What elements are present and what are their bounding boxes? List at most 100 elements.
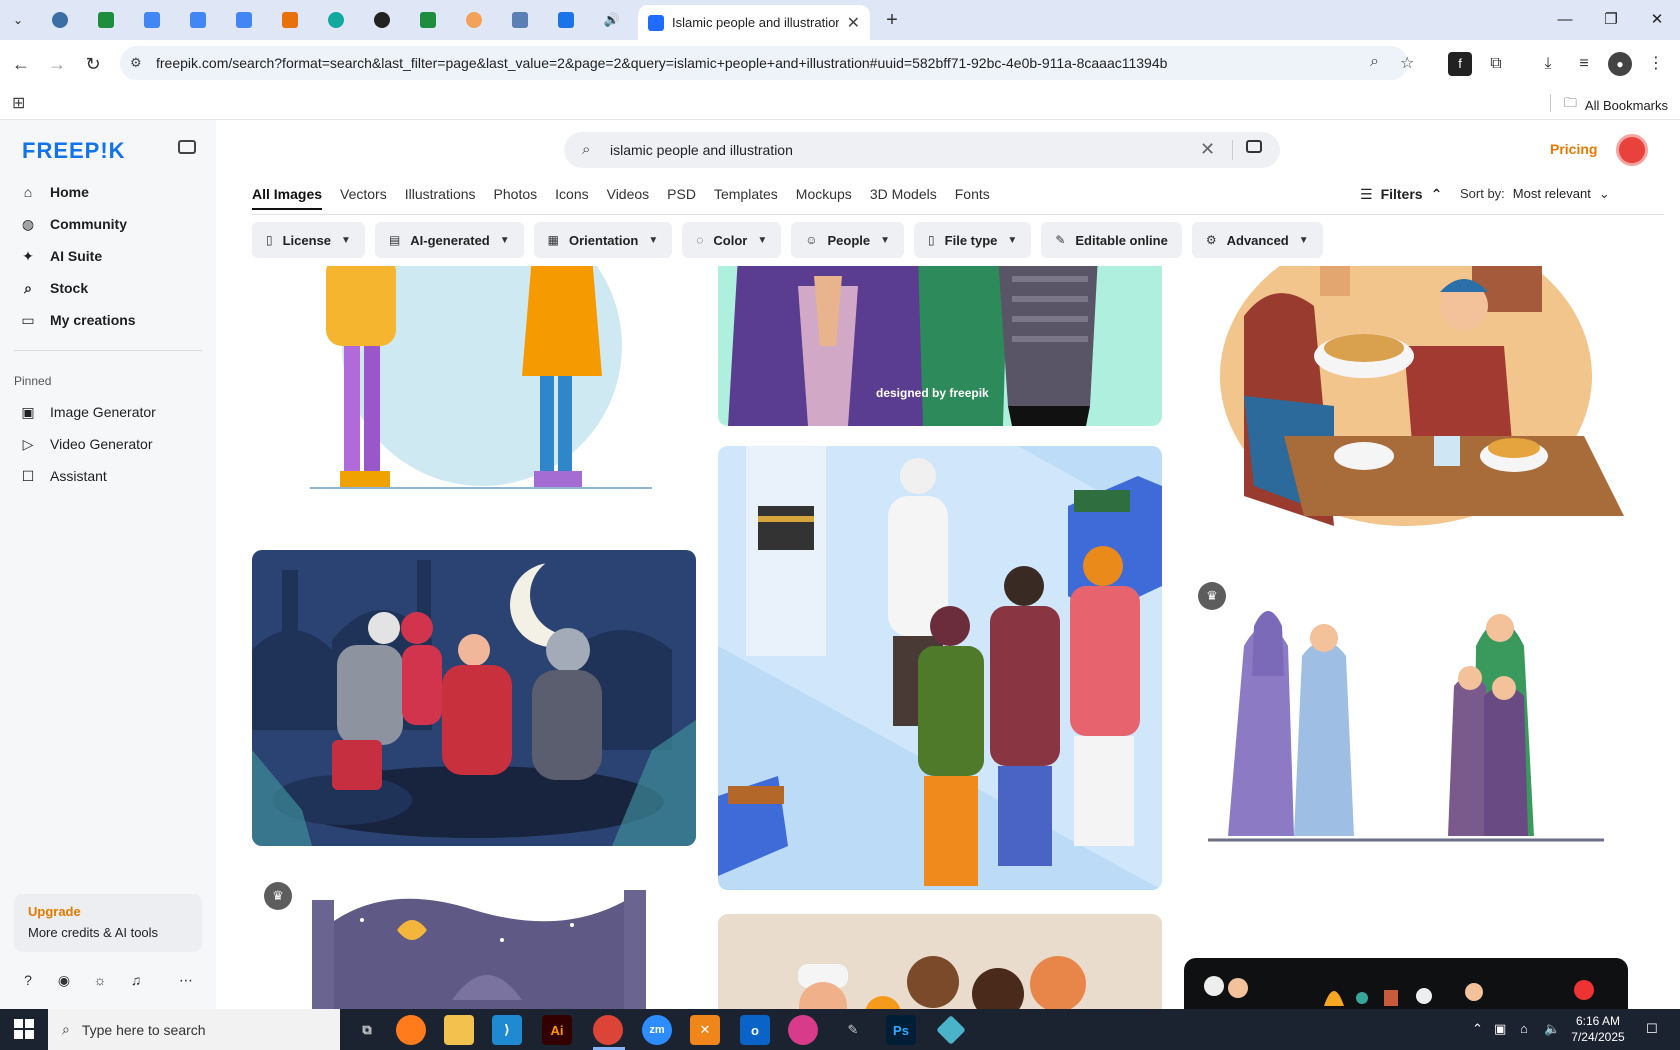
outlook-icon[interactable]: o	[740, 1015, 770, 1045]
site-info-icon[interactable]: ⚙	[130, 55, 142, 71]
tray-app-icon[interactable]: ▣	[1494, 1021, 1506, 1037]
tab-mockups[interactable]: Mockups	[796, 186, 852, 210]
extensions-puzzle-icon[interactable]: ⧉	[1484, 52, 1508, 76]
firefox-icon[interactable]	[396, 1015, 426, 1045]
illustrator-icon[interactable]: Ai	[542, 1015, 572, 1045]
audio-playing-icon[interactable]: 🔊	[600, 8, 624, 32]
download-icon[interactable]: ⤓	[1536, 52, 1560, 76]
filter-chip-editable-online[interactable]: ✎ Editable online	[1041, 222, 1182, 258]
filter-chip-ai-generated[interactable]: ▤ AI-generated ▼	[374, 222, 524, 258]
profile-avatar-icon[interactable]: ●	[1608, 52, 1632, 76]
sidebar-item-stock[interactable]: ⌕ Stock	[20, 274, 88, 302]
sidebar-item-ai-suite[interactable]: ✦ AI Suite	[20, 242, 102, 270]
sort-dropdown[interactable]: Sort by: Most relevant ⌄	[1460, 186, 1610, 202]
pricing-link[interactable]: Pricing	[1550, 141, 1597, 157]
help-icon[interactable]: ?	[18, 972, 38, 988]
tab-fonts[interactable]: Fonts	[955, 186, 990, 210]
vscode-icon[interactable]: ⟩	[492, 1015, 522, 1045]
active-tab[interactable]: Islamic people and illustration v ✕	[638, 5, 870, 40]
apps-grid-icon[interactable]: ⊞	[12, 93, 25, 113]
docs-tab-icon[interactable]	[186, 8, 210, 32]
new-tab-button[interactable]: +	[880, 8, 904, 32]
filter-chip-people[interactable]: ☺ People ▼	[791, 222, 905, 258]
discord-icon[interactable]: ◉	[54, 972, 74, 989]
app-icon[interactable]	[936, 1015, 966, 1045]
filter-chip-file-type[interactable]: ▯ File type ▼	[914, 222, 1032, 258]
close-tab-icon[interactable]: ✕	[847, 13, 860, 33]
camera-search-icon[interactable]	[1246, 140, 1262, 153]
extension-icon[interactable]: f	[1448, 52, 1472, 76]
sheets-tab-icon[interactable]	[416, 8, 440, 32]
volume-icon[interactable]: 🔈	[1544, 1021, 1560, 1037]
more-options-icon[interactable]: ⋯	[176, 972, 196, 989]
result-card[interactable]	[252, 266, 696, 516]
tab-search-icon[interactable]: ⌄	[6, 8, 30, 32]
minimize-button[interactable]: —	[1542, 6, 1588, 34]
media-control-icon[interactable]: ≡	[1572, 52, 1596, 76]
chrome-icon[interactable]	[593, 1015, 623, 1045]
result-card[interactable]	[1184, 266, 1628, 526]
tab-templates[interactable]: Templates	[714, 186, 778, 210]
docs-tab-icon[interactable]	[232, 8, 256, 32]
filters-toggle-button[interactable]: ☰ Filters ⌃	[1360, 186, 1442, 203]
tab-illustrations[interactable]: Illustrations	[405, 186, 476, 210]
zoom-app-icon[interactable]: zm	[642, 1015, 672, 1045]
network-icon[interactable]: ⌂	[1520, 1021, 1528, 1036]
file-explorer-icon[interactable]	[444, 1015, 474, 1045]
filter-chip-orientation[interactable]: ▦ Orientation ▼	[533, 222, 673, 258]
task-view-icon[interactable]: ⧉	[352, 1015, 382, 1045]
sidebar-item-community[interactable]: ◍ Community	[20, 210, 127, 238]
tab-vectors[interactable]: Vectors	[340, 186, 387, 210]
taskbar-search-box[interactable]: ⌕ Type here to search	[48, 1009, 340, 1050]
filter-chip-license[interactable]: ▯ License ▼	[252, 222, 365, 258]
result-card[interactable]: ♛	[1184, 566, 1628, 866]
filter-chip-advanced[interactable]: ⚙ Advanced ▼	[1191, 222, 1323, 258]
filter-chip-color[interactable]: ◌ Color ▼	[682, 222, 782, 258]
tab-favicon-icon[interactable]	[370, 8, 394, 32]
sidebar-item-image-generator[interactable]: ▣ Image Generator	[20, 398, 155, 426]
tab-photos[interactable]: Photos	[494, 186, 538, 210]
bookmark-star-icon[interactable]: ☆	[1400, 53, 1414, 73]
result-card[interactable]	[252, 550, 696, 846]
theme-sun-icon[interactable]: ☼	[90, 972, 110, 988]
photoshop-icon[interactable]: Ps	[886, 1015, 916, 1045]
docs-tab-icon[interactable]	[140, 8, 164, 32]
tab-psd[interactable]: PSD	[667, 186, 696, 210]
result-card[interactable]	[718, 914, 1162, 1009]
sheets-tab-icon[interactable]	[94, 8, 118, 32]
reload-button[interactable]: ↻	[80, 51, 106, 77]
url-text[interactable]: freepik.com/search?format=search&last_fi…	[156, 55, 1167, 71]
notification-bell-icon[interactable]: ♫	[126, 972, 146, 988]
all-bookmarks-button[interactable]: 🗀 All Bookmarks	[1564, 94, 1668, 116]
tab-all-images[interactable]: All Images	[252, 186, 323, 210]
clear-search-icon[interactable]: ✕	[1200, 139, 1215, 160]
promo-banner[interactable]	[1184, 958, 1628, 1009]
tab-3d-models[interactable]: 3D Models	[870, 186, 937, 210]
restore-button[interactable]: ❐	[1588, 6, 1634, 34]
creative-cloud-icon[interactable]	[788, 1015, 818, 1045]
sidebar-item-assistant[interactable]: ☐ Assistant	[20, 462, 107, 490]
forward-button[interactable]: →	[44, 51, 70, 77]
search-input[interactable]	[610, 138, 1170, 162]
tab-favicon-icon[interactable]	[48, 8, 72, 32]
tray-chevron-icon[interactable]: ⌃	[1472, 1021, 1483, 1037]
tab-videos[interactable]: Videos	[607, 186, 650, 210]
sidebar-item-video-generator[interactable]: ▷ Video Generator	[20, 430, 153, 458]
user-avatar[interactable]	[1616, 134, 1648, 166]
tab-favicon-icon[interactable]	[462, 8, 486, 32]
zoom-icon[interactable]: ⌕	[1370, 53, 1379, 71]
tab-favicon-icon[interactable]	[554, 8, 578, 32]
app-icon[interactable]: ✕	[690, 1015, 720, 1045]
close-window-button[interactable]: ✕	[1634, 6, 1680, 34]
notification-center-icon[interactable]: ☐	[1646, 1021, 1658, 1037]
sidebar-collapse-icon[interactable]	[178, 140, 196, 154]
sidebar-item-home[interactable]: ⌂ Home	[20, 178, 89, 206]
result-card[interactable]	[718, 446, 1162, 890]
result-card[interactable]: designed by freepik	[718, 266, 1162, 426]
omnibox[interactable]: ⚙ freepik.com/search?format=search&last_…	[120, 46, 1414, 80]
taskbar-clock[interactable]: 6:16 AM 7/24/2025	[1560, 1013, 1636, 1045]
result-card[interactable]: ♛	[252, 870, 696, 1009]
sidebar-item-my-creations[interactable]: ▭ My creations	[20, 306, 135, 334]
tab-favicon-icon[interactable]	[324, 8, 348, 32]
back-button[interactable]: ←	[8, 51, 34, 77]
